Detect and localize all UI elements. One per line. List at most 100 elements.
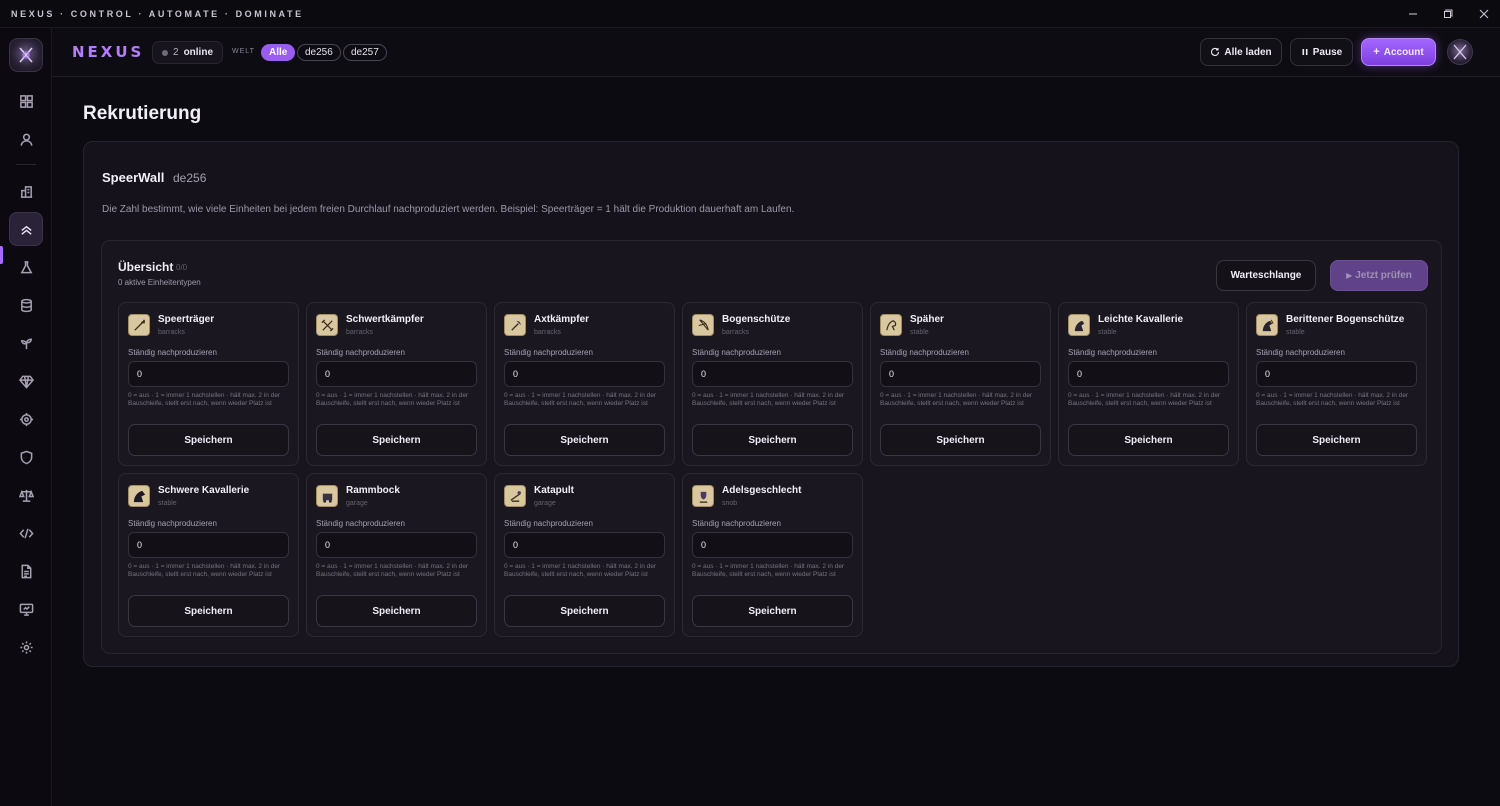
- reload-all-button[interactable]: Alle laden: [1200, 38, 1282, 66]
- save-button[interactable]: Speichern: [1256, 424, 1417, 456]
- unit-help-text: 0 = aus · 1 = immer 1 nachstellen · hält…: [692, 563, 845, 578]
- status-dot-icon: [162, 49, 168, 56]
- unit-amount-input[interactable]: 0: [504, 532, 665, 558]
- unit-amount-input[interactable]: 0: [128, 361, 289, 387]
- ram-icon: [316, 485, 338, 507]
- light-cavalry-icon: [1068, 314, 1090, 336]
- unit-card: Adelsgeschlecht snob Ständig nachproduzier…: [682, 473, 863, 637]
- unit-amount-input[interactable]: 0: [880, 361, 1041, 387]
- add-account-button[interactable]: + Account: [1361, 38, 1436, 66]
- save-button[interactable]: Speichern: [128, 595, 289, 627]
- play-icon: ▶: [1346, 271, 1353, 280]
- unit-building: stable: [158, 500, 177, 507]
- restore-icon[interactable]: [1431, 0, 1465, 28]
- heavy-cavalry-icon: [128, 485, 150, 507]
- world-chip-all[interactable]: Alle: [261, 44, 296, 61]
- save-button[interactable]: Speichern: [504, 595, 665, 627]
- overview-count: 0/0: [176, 263, 188, 272]
- noble-icon: [692, 485, 714, 507]
- dashboard-icon[interactable]: [9, 84, 43, 118]
- online-count: 2: [173, 47, 179, 58]
- sword-icon: [316, 314, 338, 336]
- unit-card: Speerträger barracks Ständig nachproduzier…: [118, 302, 299, 466]
- unit-name: Bogenschütze: [722, 314, 791, 325]
- minimize-icon[interactable]: [1396, 0, 1430, 28]
- brand-logo: NEXUS: [72, 43, 145, 61]
- flask-icon[interactable]: [9, 250, 43, 284]
- unit-amount-input[interactable]: 0: [316, 532, 477, 558]
- overview-section: Übersicht 0/0 0 aktive Einheitentypen Wa…: [101, 240, 1442, 654]
- catapult-icon: [504, 485, 526, 507]
- unit-field-label: Ständig nachproduzieren: [316, 348, 405, 357]
- unit-name: Axtkämpfer: [534, 314, 590, 325]
- settings-icon[interactable]: [9, 630, 43, 664]
- scales-icon[interactable]: [9, 478, 43, 512]
- recruit-icon[interactable]: [9, 212, 43, 246]
- code-icon[interactable]: [9, 516, 43, 550]
- avatar[interactable]: [1447, 39, 1473, 65]
- unit-help-text: 0 = aus · 1 = immer 1 nachstellen · hält…: [128, 392, 281, 407]
- save-button[interactable]: Speichern: [128, 424, 289, 456]
- online-status: 2 online: [152, 41, 224, 64]
- monitor-icon[interactable]: [9, 592, 43, 626]
- close-icon[interactable]: [1467, 0, 1500, 28]
- save-button[interactable]: Speichern: [880, 424, 1041, 456]
- unit-building: snob: [722, 500, 738, 507]
- save-button[interactable]: Speichern: [504, 424, 665, 456]
- pause-label: Pause: [1312, 46, 1343, 58]
- save-button[interactable]: Speichern: [316, 595, 477, 627]
- unit-amount-input[interactable]: 0: [692, 532, 853, 558]
- check-now-button[interactable]: ▶ Jetzt prüfen: [1330, 260, 1428, 291]
- online-label: online: [183, 47, 214, 58]
- database-icon[interactable]: [9, 288, 43, 322]
- sidebar: [0, 28, 52, 806]
- sprout-icon[interactable]: [9, 326, 43, 360]
- unit-help-text: 0 = aus · 1 = immer 1 nachstellen · hält…: [128, 563, 281, 578]
- unit-building: garage: [346, 500, 368, 507]
- reload-all-label: Alle laden: [1224, 46, 1272, 58]
- unit-card: Katapult garage Ständig nachproduzieren 0 0 …: [494, 473, 675, 637]
- save-button[interactable]: Speichern: [692, 595, 853, 627]
- unit-name: Berittener Bogenschütze: [1286, 314, 1405, 325]
- save-button[interactable]: Speichern: [316, 424, 477, 456]
- buildings-icon[interactable]: [9, 174, 43, 208]
- unit-help-text: 0 = aus · 1 = immer 1 nachstellen · hält…: [316, 392, 469, 407]
- account-label: Account: [1383, 46, 1424, 58]
- page-title: Rekrutierung: [83, 103, 202, 124]
- unit-card: Schwere Kavallerie stable Ständig nachprod…: [118, 473, 299, 637]
- pause-button[interactable]: Pause: [1290, 38, 1353, 66]
- unit-building: barracks: [346, 329, 373, 336]
- unit-amount-input[interactable]: 0: [692, 361, 853, 387]
- unit-help-text: 0 = aus · 1 = immer 1 nachstellen · hält…: [692, 392, 845, 407]
- unit-amount-input[interactable]: 0: [1256, 361, 1417, 387]
- unit-field-label: Ständig nachproduzieren: [128, 348, 217, 357]
- app-logo[interactable]: [9, 38, 43, 72]
- unit-card: Bogenschütze barracks Ständig nachproduzie…: [682, 302, 863, 466]
- unit-field-label: Ständig nachproduzieren: [504, 519, 593, 528]
- unit-amount-input[interactable]: 0: [504, 361, 665, 387]
- shield-icon[interactable]: [9, 440, 43, 474]
- world-label: WELT: [232, 48, 255, 55]
- unit-amount-input[interactable]: 0: [316, 361, 477, 387]
- document-icon[interactable]: [9, 554, 43, 588]
- world-chip-de256[interactable]: de256: [297, 44, 341, 61]
- plus-icon: +: [1373, 46, 1380, 58]
- unit-name: Späher: [910, 314, 944, 325]
- save-button[interactable]: Speichern: [1068, 424, 1229, 456]
- overview-title: Übersicht: [118, 260, 174, 274]
- window-title: NEXUS · CONTROL · AUTOMATE · DOMINATE: [11, 8, 304, 19]
- unit-name: Schwertkämpfer: [346, 314, 424, 325]
- overview-subtitle: 0 aktive Einheitentypen: [118, 278, 201, 287]
- gem-icon[interactable]: [9, 364, 43, 398]
- world-chip-de257[interactable]: de257: [343, 44, 387, 61]
- unit-building: garage: [534, 500, 556, 507]
- unit-amount-input[interactable]: 0: [1068, 361, 1229, 387]
- account-world: de256: [173, 171, 207, 185]
- unit-name: Leichte Kavallerie: [1098, 314, 1184, 325]
- user-icon[interactable]: [9, 122, 43, 156]
- queue-button[interactable]: Warteschlange: [1216, 260, 1316, 291]
- scout-icon: [880, 314, 902, 336]
- unit-amount-input[interactable]: 0: [128, 532, 289, 558]
- save-button[interactable]: Speichern: [692, 424, 853, 456]
- target-icon[interactable]: [9, 402, 43, 436]
